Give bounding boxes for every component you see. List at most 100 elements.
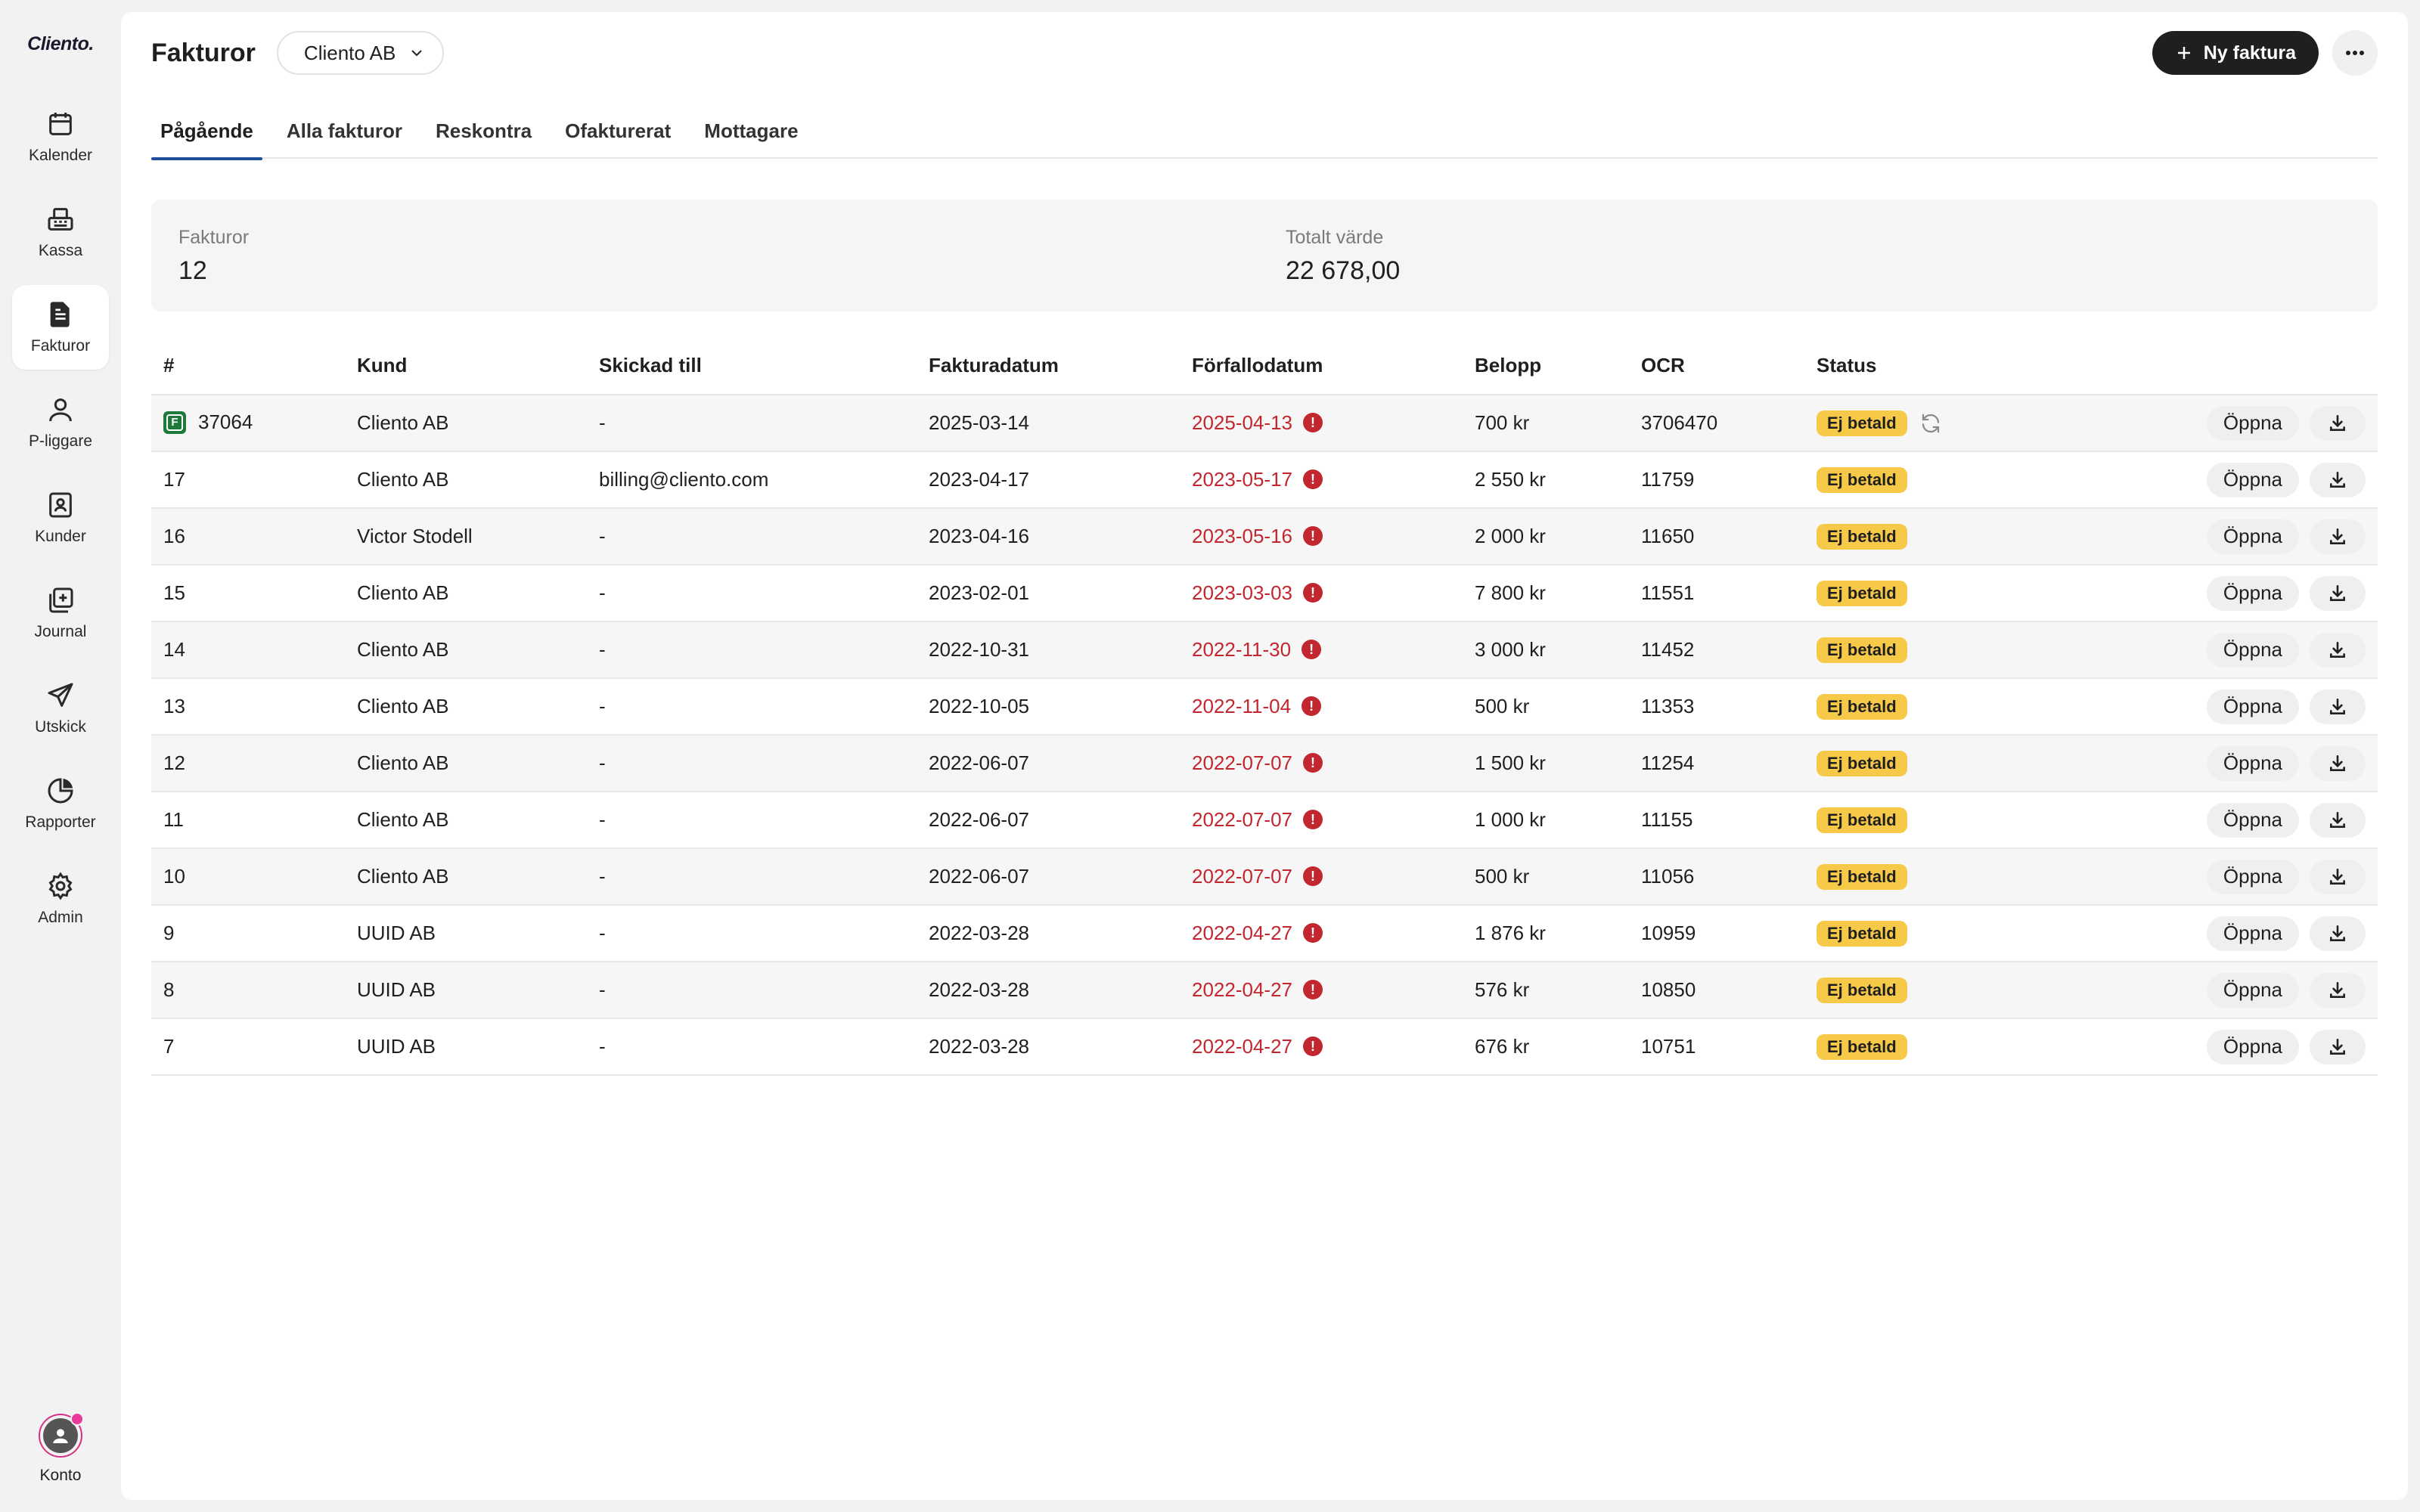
table-row[interactable]: 10 Cliento AB -2022-06-07 2022-07-07! 500 kr… <box>151 848 2378 906</box>
actions-cell: Öppna <box>2031 905 2378 962</box>
ocr-cell: 10751 <box>1629 1018 1804 1076</box>
main-content: Fakturor Cliento AB Ny faktura Pågående … <box>121 12 2408 1500</box>
ocr-cell: 11353 <box>1629 678 1804 736</box>
sidebar-item-kalender[interactable]: Kalender <box>12 94 109 179</box>
table-row[interactable]: 12 Cliento AB -2022-06-07 2022-07-07! 1 500 … <box>151 735 2378 792</box>
due-date: 2023-05-16 <box>1192 525 1292 547</box>
open-invoice-button[interactable]: Öppna <box>2206 462 2299 497</box>
download-invoice-button[interactable] <box>2310 745 2366 781</box>
ocr-cell: 11551 <box>1629 565 1804 622</box>
overdue-warning-icon: ! <box>1303 526 1323 547</box>
column-header-customer[interactable]: Kund <box>345 337 587 395</box>
table-row[interactable]: 8 UUID AB -2022-03-28 2022-04-27! 576 kr 1085… <box>151 962 2378 1019</box>
status-cell: Ej betald <box>1804 565 2031 622</box>
open-invoice-button[interactable]: Öppna <box>2206 519 2299 554</box>
download-invoice-button[interactable] <box>2310 1029 2366 1064</box>
customer-cell: Cliento AB <box>345 451 587 509</box>
table-row[interactable]: 9 UUID AB -2022-03-28 2022-04-27! 1 876 kr 10… <box>151 905 2378 962</box>
sidebar-item-p-liggare[interactable]: P-liggare <box>12 380 109 465</box>
sidebar-item-fakturor[interactable]: Fakturor <box>12 285 109 370</box>
open-invoice-button[interactable]: Öppna <box>2206 1029 2299 1064</box>
sidebar-item-label: Utskick <box>35 718 86 736</box>
download-invoice-button[interactable] <box>2310 632 2366 668</box>
column-header-number[interactable]: # <box>151 337 345 395</box>
customer-cell: UUID AB <box>345 1018 587 1076</box>
tab-reskontra[interactable]: Reskontra <box>427 109 541 159</box>
invoice-date-cell: 2022-10-31 <box>917 621 1180 679</box>
account-menu[interactable]: Konto <box>0 1412 121 1485</box>
open-invoice-button[interactable]: Öppna <box>2206 972 2299 1008</box>
table-row[interactable]: 16 Victor Stodell -2023-04-16 2023-05-16! 2 … <box>151 508 2378 565</box>
open-invoice-button[interactable]: Öppna <box>2206 802 2299 838</box>
download-invoice-button[interactable] <box>2310 802 2366 838</box>
download-invoice-button[interactable] <box>2310 689 2366 724</box>
tab-mottagare[interactable]: Mottagare <box>695 109 807 159</box>
cash-register-icon <box>48 208 73 231</box>
customer-cell: UUID AB <box>345 905 587 962</box>
download-invoice-button[interactable] <box>2310 405 2366 441</box>
table-row[interactable]: 15 Cliento AB -2023-02-01 2023-03-03! 7 800 … <box>151 565 2378 622</box>
tab-pagaende[interactable]: Pågående <box>151 109 262 160</box>
actions-cell: Öppna <box>2031 1018 2378 1076</box>
due-date-cell: 2023-05-17! <box>1180 451 1463 509</box>
amount-cell: 2 550 kr <box>1463 451 1629 509</box>
customer-cell: Cliento AB <box>345 621 587 679</box>
download-invoice-button[interactable] <box>2310 519 2366 554</box>
summary-total-label: Totalt värde <box>1286 227 1384 248</box>
sidebar-item-utskick[interactable]: Utskick <box>12 666 109 751</box>
download-invoice-button[interactable] <box>2310 575 2366 611</box>
download-invoice-button[interactable] <box>2310 462 2366 497</box>
due-date: 2022-04-27 <box>1192 1035 1292 1058</box>
actions-cell: Öppna <box>2031 621 2378 679</box>
open-invoice-button[interactable]: Öppna <box>2206 745 2299 781</box>
company-select[interactable]: Cliento AB <box>276 31 445 75</box>
sidebar-item-journal[interactable]: Journal <box>12 571 109 655</box>
download-icon <box>2330 981 2345 998</box>
summary-total: Totalt värde 22 678,00 <box>1264 200 2378 311</box>
sidebar-item-rapporter[interactable]: Rapporter <box>12 761 109 846</box>
sync-icon[interactable] <box>1919 412 1942 435</box>
open-invoice-button[interactable]: Öppna <box>2206 916 2299 951</box>
open-invoice-button[interactable]: Öppna <box>2206 859 2299 894</box>
actions-cell: Öppna <box>2031 792 2378 849</box>
sent-to-cell: - <box>587 1018 917 1076</box>
download-icon <box>2330 641 2345 658</box>
column-header-ocr[interactable]: OCR <box>1629 337 1804 395</box>
status-cell: Ej betald <box>1804 792 2031 849</box>
tab-alla-fakturor[interactable]: Alla fakturor <box>278 109 411 159</box>
amount-cell: 2 000 kr <box>1463 508 1629 565</box>
download-invoice-button[interactable] <box>2310 916 2366 951</box>
column-header-status[interactable]: Status <box>1804 337 2031 395</box>
open-invoice-button[interactable]: Öppna <box>2206 575 2299 611</box>
more-options-button[interactable] <box>2332 30 2378 76</box>
open-invoice-button[interactable]: Öppna <box>2206 632 2299 668</box>
table-row[interactable]: 13 Cliento AB -2022-10-05 2022-11-04! 500 kr… <box>151 678 2378 736</box>
sidebar-item-kunder[interactable]: Kunder <box>12 476 109 560</box>
open-invoice-button[interactable]: Öppna <box>2206 405 2299 441</box>
download-invoice-button[interactable] <box>2310 972 2366 1008</box>
tab-ofakturerat[interactable]: Ofakturerat <box>556 109 680 159</box>
calendar-icon <box>49 113 72 135</box>
sidebar-item-admin[interactable]: Admin <box>12 857 109 941</box>
table-row[interactable]: 17 Cliento AB billing@cliento.com 2023-04-1… <box>151 451 2378 509</box>
cliento-logo[interactable]: Cliento. <box>27 33 94 55</box>
avatar[interactable] <box>39 1412 84 1458</box>
column-header-sent-to[interactable]: Skickad till <box>587 337 917 395</box>
column-header-amount[interactable]: Belopp <box>1463 337 1629 395</box>
new-invoice-label: Ny faktura <box>2203 42 2296 64</box>
status-badge: Ej betald <box>1817 977 1907 1003</box>
download-invoice-button[interactable] <box>2310 859 2366 894</box>
status-badge: Ej betald <box>1817 863 1907 890</box>
invoice-number-cell: 9 <box>151 905 345 962</box>
table-row[interactable]: 11 Cliento AB -2022-06-07 2022-07-07! 1 000 … <box>151 792 2378 849</box>
table-row[interactable]: 14 Cliento AB -2022-10-31 2022-11-30! 3 000 … <box>151 621 2378 679</box>
new-invoice-button[interactable]: Ny faktura <box>2152 31 2319 75</box>
sidebar-item-kassa[interactable]: Kassa <box>12 190 109 274</box>
open-invoice-button[interactable]: Öppna <box>2206 689 2299 724</box>
column-header-due-date[interactable]: Förfallodatum <box>1180 337 1463 395</box>
invoice-number-cell: 11 <box>151 792 345 849</box>
table-row[interactable]: 7 UUID AB -2022-03-28 2022-04-27! 676 kr 1075… <box>151 1018 2378 1076</box>
column-header-invoice-date[interactable]: Fakturadatum <box>917 337 1180 395</box>
download-icon <box>2330 868 2345 885</box>
table-row[interactable]: F 37064 Cliento AB -2025-03-14 2025-04-13! 70… <box>151 395 2378 452</box>
